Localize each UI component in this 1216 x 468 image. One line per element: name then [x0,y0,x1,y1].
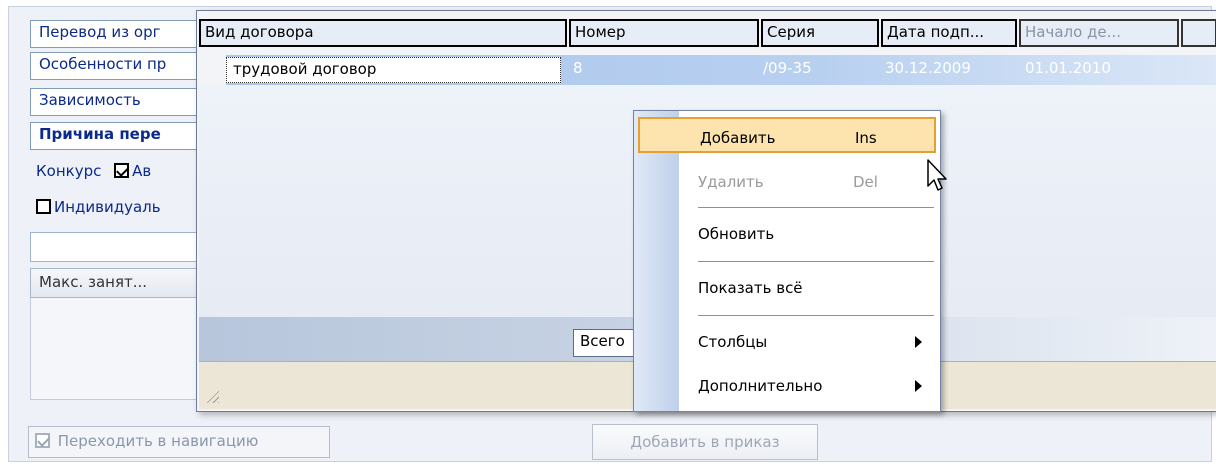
cell-number[interactable]: 8 [573,59,583,77]
left-grid-body [30,298,205,400]
table-row[interactable]: трудовой договор 8 /09-35 30.12.2009 01.… [199,55,1216,85]
cell-series[interactable]: /09-35 [763,59,812,77]
column-header-max-employment[interactable]: Макс. занят... [30,268,205,298]
menu-item-refresh[interactable]: Обновить [638,215,936,251]
menu-item-show-all[interactable]: Показать всё [638,269,936,305]
menu-item-label: Показать всё [698,279,803,297]
column-header-number[interactable]: Номер [569,19,759,47]
navigate-checkbox[interactable]: Переходить в навигацию [28,426,330,458]
individual-row: Индивидуаль [30,194,205,222]
column-header-start-date[interactable]: Начало де... [1019,19,1179,47]
menu-item-label: Столбцы [698,333,768,351]
cell-start-date[interactable]: 01.01.2010 [1025,59,1111,77]
column-header-label: Начало де... [1025,23,1121,41]
cell-text: трудовой договор [233,60,377,78]
mouse-cursor-icon [927,159,947,191]
add-to-order-label: Добавить в приказ [630,433,780,451]
submenu-arrow-icon [915,336,922,348]
column-header-series[interactable]: Серия [761,19,879,47]
checkbox-checked-icon[interactable] [114,163,130,178]
resize-grip-icon[interactable] [205,389,219,403]
menu-item-label: Удалить [698,173,764,191]
individual-label: Индивидуаль [54,198,161,216]
av-label: Ав [132,162,152,180]
menu-separator [698,261,934,262]
cell-sign-date[interactable]: 30.12.2009 [885,59,971,77]
menu-item-additional[interactable]: Дополнительно [638,367,936,403]
menu-item-add[interactable]: Добавить Ins [638,117,936,153]
column-header-extra[interactable] [1181,19,1216,47]
menu-item-label: Обновить [698,225,775,243]
menu-item-columns[interactable]: Столбцы [638,323,936,359]
menu-icon-gutter [634,111,679,411]
menu-item-shortcut: Ins [855,129,877,147]
contest-row: Конкурс Ав [30,158,205,186]
checkbox-checked-icon [35,433,50,448]
field-features[interactable]: Особенности пр [30,52,205,80]
menu-separator [698,315,934,316]
field-dependency[interactable]: Зависимость [30,88,205,116]
empty-input-field[interactable] [30,232,205,262]
menu-item-label: Добавить [700,129,776,147]
menu-item-delete[interactable]: Удалить Del [638,163,936,199]
column-header-sign-date[interactable]: Дата подп... [881,19,1017,47]
field-label: Особенности пр [39,55,167,73]
submenu-arrow-icon [915,380,922,392]
menu-separator [698,207,934,208]
menu-item-shortcut: Del [853,173,878,191]
context-menu: Добавить Ins Удалить Del Обновить Показа… [633,110,941,412]
column-header-label: Макс. занят... [39,273,148,291]
field-label: Причина пере [39,125,161,143]
contest-label: Конкурс [36,162,102,180]
field-transfer-reason[interactable]: Причина пере [30,122,205,150]
column-header-label: Серия [767,23,815,41]
navigate-label: Переходить в навигацию [57,432,259,450]
column-header-label: Номер [575,23,626,41]
column-header-label: Дата подп... [887,23,985,41]
field-label: Зависимость [39,91,141,109]
cell-contract-type[interactable]: трудовой договор [226,57,561,83]
checkbox-unchecked-icon[interactable] [36,199,51,214]
menu-item-label: Дополнительно [698,377,823,395]
total-label: Всего [580,332,625,350]
field-label: Перевод из орг [39,23,161,41]
column-header-label: Вид договора [205,23,314,41]
column-header-contract-type[interactable]: Вид договора [199,19,567,47]
add-to-order-button[interactable]: Добавить в приказ [592,424,818,460]
field-transfer-from-org[interactable]: Перевод из орг [30,20,205,48]
